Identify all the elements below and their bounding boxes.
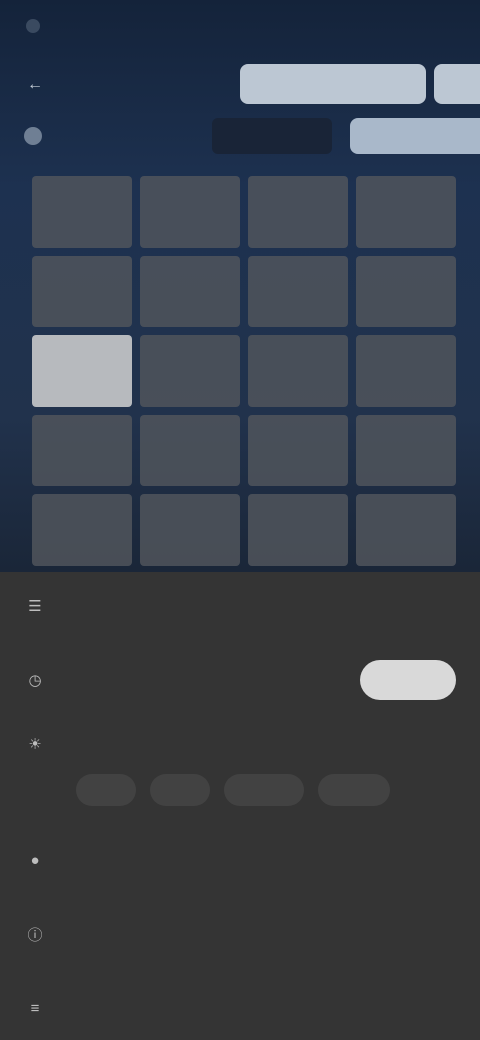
option-grid (32, 176, 456, 566)
header-row: ← (0, 60, 480, 110)
chip-2[interactable] (224, 774, 304, 806)
panel-row-4[interactable]: ● (24, 842, 456, 878)
grid-cell[interactable] (356, 414, 456, 487)
chip-1[interactable] (150, 774, 210, 806)
panel-row-1[interactable]: ☰ (24, 588, 456, 624)
grid-cell[interactable] (32, 414, 132, 487)
grid-cell[interactable] (356, 176, 456, 248)
arrow-left-icon[interactable]: ← (24, 74, 46, 96)
grid-cell[interactable] (140, 335, 240, 407)
top-bar-left (26, 19, 50, 33)
grid-cell[interactable] (140, 414, 240, 487)
panel-row-5[interactable]: ⓘ (24, 916, 456, 952)
grid-cell[interactable] (356, 494, 456, 566)
grid-cell[interactable] (248, 414, 348, 487)
filter-icon[interactable] (24, 127, 42, 145)
top-bar (0, 0, 480, 52)
grid-cell[interactable] (248, 335, 348, 407)
grid-cell[interactable] (140, 255, 240, 328)
info-icon: ⓘ (27, 926, 43, 944)
grid-cell[interactable] (248, 494, 348, 566)
app-icon (26, 19, 40, 33)
chip-group (76, 774, 390, 806)
chip-0[interactable] (76, 774, 136, 806)
grid-cell[interactable] (32, 335, 132, 407)
clock-icon: ◷ (28, 672, 42, 689)
header-action-secondary[interactable] (434, 64, 480, 104)
filter-button[interactable] (350, 118, 480, 154)
header-actions (240, 64, 480, 104)
grid-cell[interactable] (140, 494, 240, 566)
panel-row-2-toggle[interactable] (360, 660, 456, 700)
grid-cell[interactable] (248, 176, 348, 248)
sun-icon: ☀ (28, 736, 42, 753)
filter-bar (0, 116, 480, 156)
panel-row-6[interactable]: ≡ (24, 990, 456, 1026)
grid-cell[interactable] (356, 255, 456, 328)
grid-cell[interactable] (248, 255, 348, 328)
panel-row-3: ☀ (24, 726, 456, 762)
grid-cell[interactable] (356, 335, 456, 407)
grid-cell[interactable] (32, 255, 132, 328)
filter-chip[interactable] (212, 118, 332, 154)
grid-cell[interactable] (32, 494, 132, 566)
layers-icon: ☰ (28, 598, 42, 615)
circle-icon: ● (30, 851, 40, 869)
settings-panel: ☰ ◷ ☀ ● ⓘ ≡ (0, 572, 480, 1040)
header-action-primary[interactable] (240, 64, 426, 104)
list-icon: ≡ (30, 999, 40, 1017)
chip-3[interactable] (318, 774, 390, 806)
grid-cell[interactable] (32, 176, 132, 248)
panel-row-2: ◷ (24, 660, 456, 700)
grid-cell[interactable] (140, 176, 240, 248)
